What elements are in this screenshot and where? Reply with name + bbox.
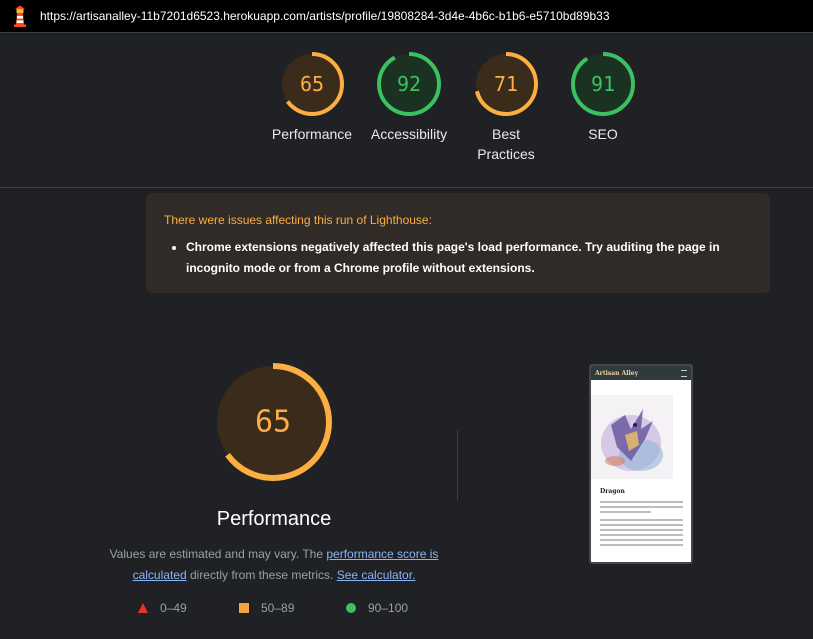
gauge-accessibility[interactable]: 92 Accessibility <box>359 52 459 144</box>
gauge-performance[interactable]: 65 Performance <box>262 52 362 144</box>
gauge-seo[interactable]: 91 SEO <box>553 52 653 144</box>
text-line <box>600 529 683 531</box>
legend-pass: 90–100 <box>346 601 408 615</box>
warning-title: There were issues affecting this run of … <box>164 213 432 227</box>
performance-title: Performance <box>216 508 332 530</box>
warning-box: There were issues affecting this run of … <box>146 193 770 293</box>
lighthouse-icon <box>14 5 26 27</box>
gauge-best-practices[interactable]: 71 Best Practices <box>456 52 556 164</box>
text-line <box>600 501 683 503</box>
page-screenshot-thumbnail[interactable]: Artisan Alley Dragon <box>589 364 693 564</box>
desc-prefix: Values are estimated and may vary. The <box>109 547 327 561</box>
warning-list: Chrome extensions negatively affected th… <box>164 237 752 279</box>
triangle-icon <box>138 603 148 613</box>
gauge-label: Accessibility <box>370 126 448 142</box>
gauge-score: 65 <box>300 72 324 96</box>
desc-middle: directly from these metrics. <box>186 568 337 582</box>
gauge-label: SEO <box>588 126 618 142</box>
performance-description: Values are estimated and may vary. The p… <box>108 544 440 586</box>
legend-fail: 0–49 <box>138 601 187 615</box>
text-line <box>600 506 683 508</box>
thumbnail-brand: Artisan Alley <box>595 369 639 377</box>
warning-item: Chrome extensions negatively affected th… <box>186 237 752 279</box>
url-bar: https://artisanalley-11b7201d6523.heroku… <box>0 0 813 33</box>
legend-fail-label: 0–49 <box>160 601 187 615</box>
thumbnail-header: Artisan Alley <box>591 366 691 380</box>
thumbnail-artist-name: Dragon <box>600 488 625 495</box>
text-line <box>600 524 683 526</box>
text-line <box>600 519 683 521</box>
see-calculator-link[interactable]: See calculator. <box>337 568 416 582</box>
divider <box>0 187 813 188</box>
gauge-ring: 91 <box>571 52 635 116</box>
legend-pass-label: 90–100 <box>368 601 409 615</box>
score-gauges: 65 Performance 92 Accessibility 71 Best Pract… <box>262 52 635 182</box>
score-legend: 0–49 50–89 90–100 <box>0 601 813 621</box>
gauge-score: 92 <box>397 72 421 96</box>
gauge-ring: 65 <box>280 52 344 116</box>
gauge-score: 91 <box>591 72 615 96</box>
square-icon <box>239 603 249 613</box>
text-line <box>600 534 683 536</box>
text-line <box>600 539 683 541</box>
page-url[interactable]: https://artisanalley-11b7201d6523.heroku… <box>40 9 610 23</box>
gauge-label: Best Practices <box>477 126 535 162</box>
dragon-artwork-image <box>591 395 673 479</box>
performance-gauge: 65 <box>214 363 332 481</box>
legend-average-label: 50–89 <box>261 601 295 615</box>
vertical-divider <box>457 430 458 500</box>
circle-icon <box>346 603 356 613</box>
text-line <box>600 511 651 513</box>
gauge-ring: 92 <box>377 52 441 116</box>
gauge-ring: 71 <box>474 52 538 116</box>
gauge-score: 71 <box>494 72 518 96</box>
performance-score: 65 <box>255 405 291 440</box>
legend-average: 50–89 <box>239 601 294 615</box>
gauge-label: Performance <box>271 126 353 142</box>
text-line <box>600 544 683 546</box>
hamburger-icon <box>681 369 687 377</box>
